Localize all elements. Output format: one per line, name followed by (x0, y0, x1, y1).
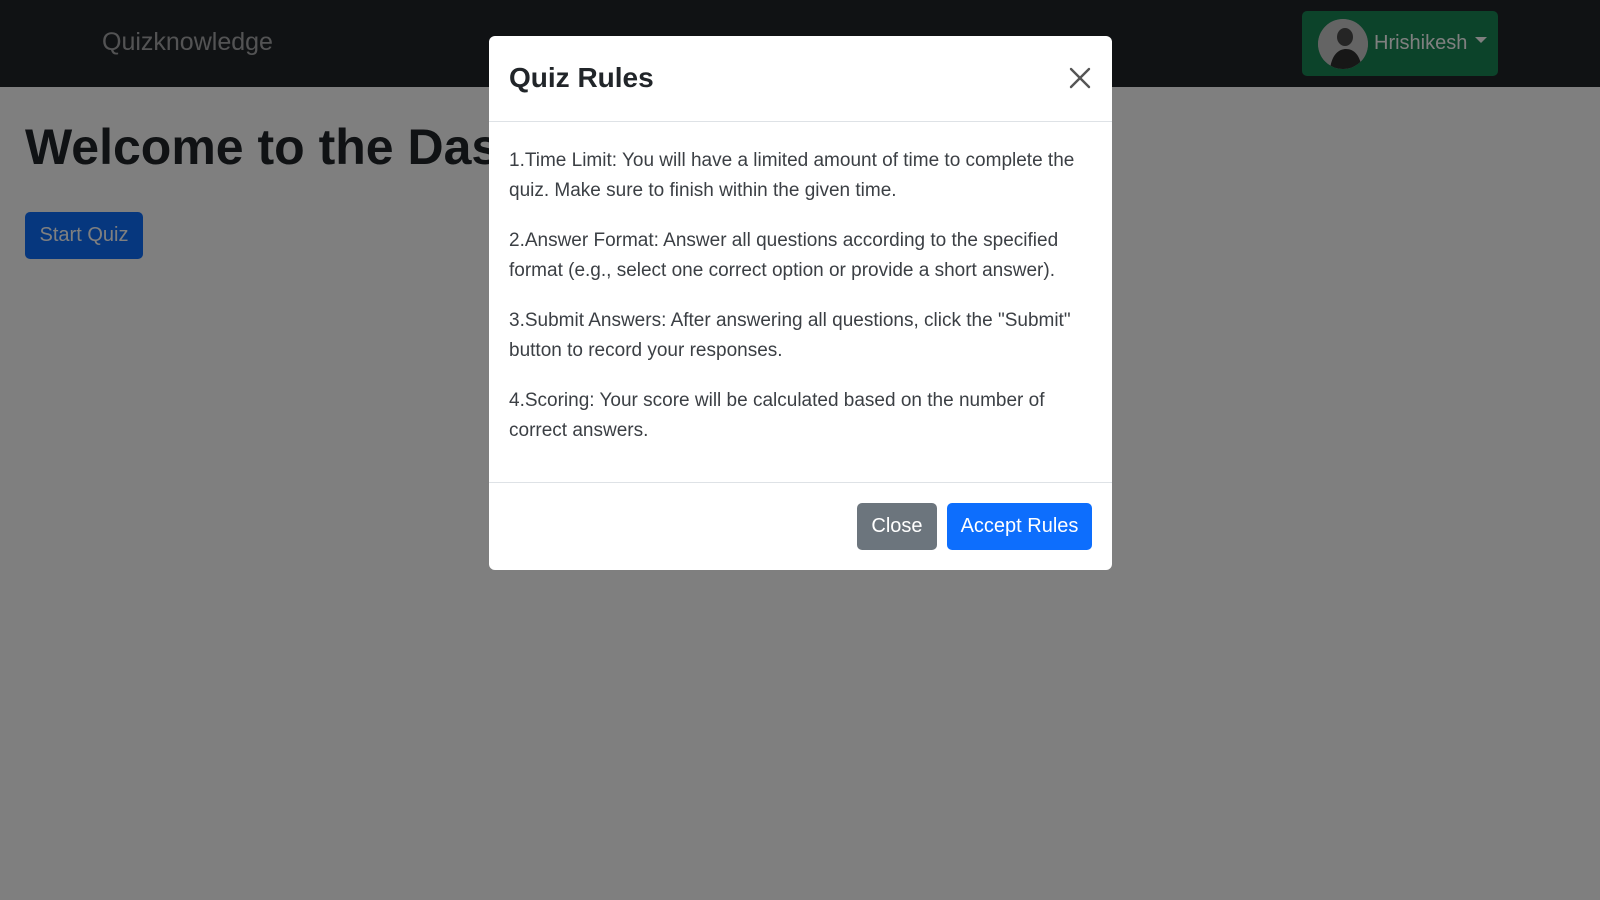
modal-body: 1.Time Limit: You will have a limited am… (489, 122, 1112, 483)
modal-header: Quiz Rules (489, 36, 1112, 122)
rule-item: 2.Answer Format: Answer all questions ac… (509, 230, 1059, 281)
rule-item: 1.Time Limit: You will have a limited am… (509, 150, 1075, 201)
close-icon[interactable] (1066, 64, 1094, 92)
close-button[interactable]: Close (857, 503, 937, 550)
rule-item: 3.Submit Answers: After answering all qu… (509, 310, 1071, 361)
modal-title: Quiz Rules (509, 62, 654, 93)
modal-footer: Close Accept Rules (489, 483, 1112, 570)
quiz-rules-modal: Quiz Rules 1.Time Limit: You will have a… (489, 36, 1112, 570)
rule-item: 4.Scoring: Your score will be calculated… (509, 390, 1045, 441)
accept-rules-button[interactable]: Accept Rules (947, 503, 1092, 550)
